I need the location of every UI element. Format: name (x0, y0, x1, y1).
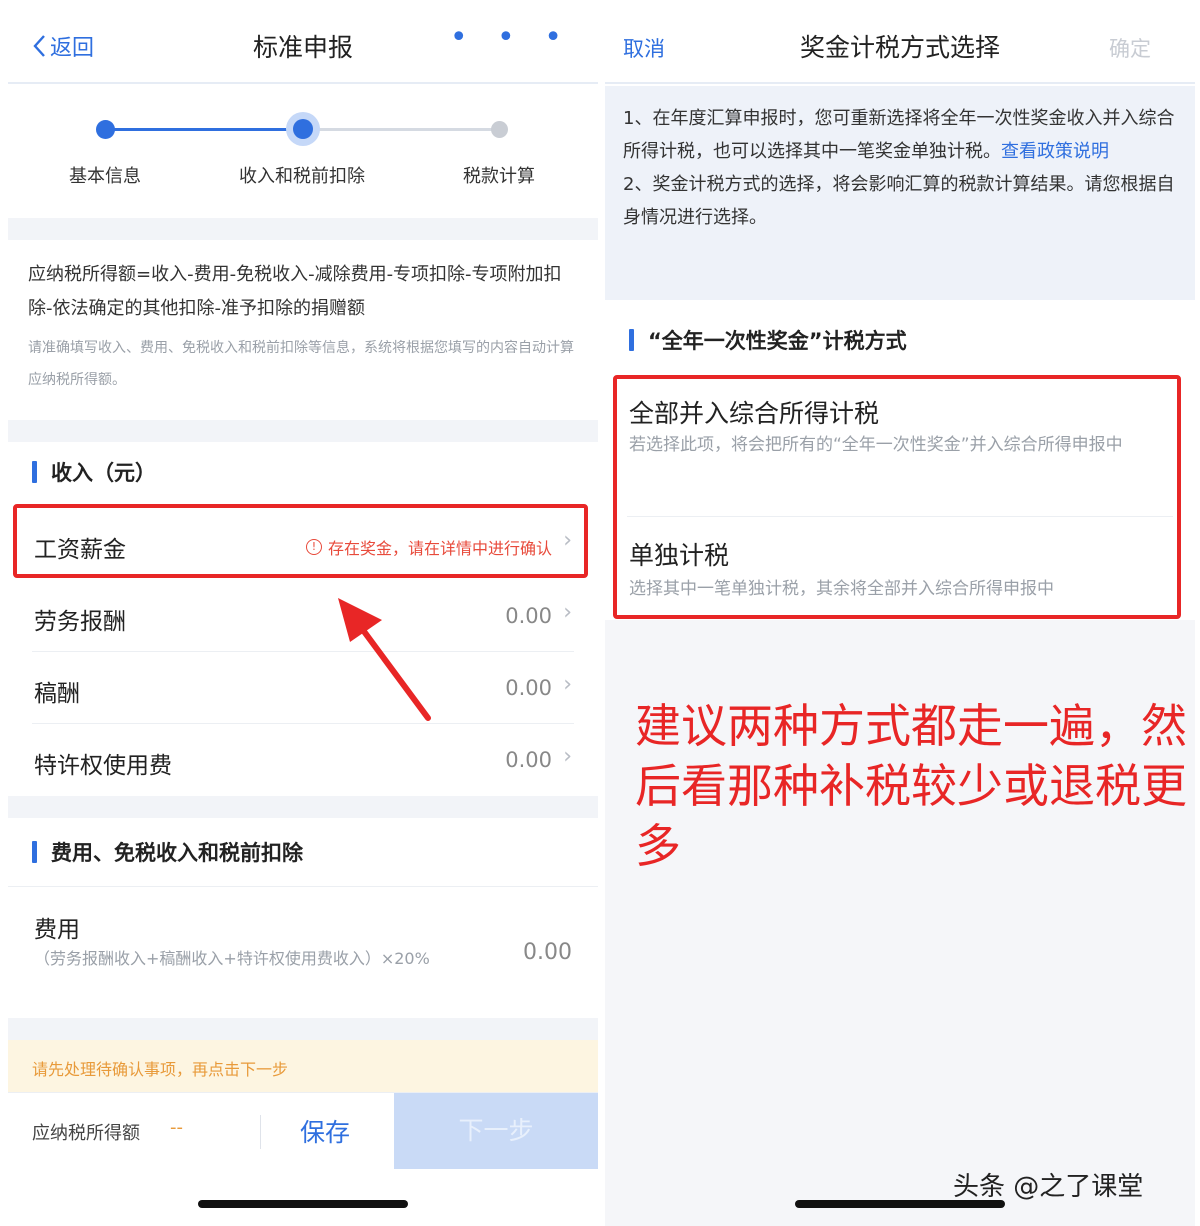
formula-hint: 请准确填写收入、费用、免税收入和税前扣除等信息，系统将根据您填写的内容自动计算应… (28, 340, 574, 388)
divider (260, 1115, 261, 1149)
income-section-title: 收入（元） (51, 461, 156, 485)
income-row-franchise[interactable]: 特许权使用费 0.00 › (8, 724, 598, 796)
fee-value: 0.00 (523, 940, 572, 965)
annotation-highlight-box (613, 375, 1181, 619)
row-value: 0.00 (505, 604, 552, 628)
chevron-right-icon: › (563, 672, 572, 697)
page-title: 奖金计税方式选择 (799, 33, 1000, 62)
tax-method-section-header: “全年一次性奖金”计税方式 (605, 320, 1195, 360)
step-dot-pending (491, 121, 508, 138)
section-accent-bar (629, 329, 634, 351)
fee-formula-note: （劳务报酬收入+稿酬收入+特许权使用费收入）×20% (34, 949, 430, 968)
bottom-action-bar: 应纳税所得额 -- 保存 下一步 (8, 1092, 598, 1169)
fee-label: 费用 (34, 917, 80, 943)
step-label-income: 收入和税前扣除 (239, 166, 365, 187)
step-label-basic-info: 基本信息 (69, 166, 141, 187)
taxable-income-value: -- (170, 1117, 183, 1138)
nav-bar: 取消 奖金计税方式选择 确定 (605, 0, 1195, 84)
formula-text: 应纳税所得额=收入-费用-免税收入-减除费用-专项扣除-专项附加扣除-依法确定的… (28, 264, 562, 319)
section-gap (8, 1018, 598, 1040)
row-label: 劳务报酬 (34, 609, 126, 635)
deduction-section-header: 费用、免税收入和税前扣除 (8, 830, 598, 874)
row-label: 稿酬 (34, 681, 80, 707)
next-step-button[interactable]: 下一步 (394, 1093, 598, 1169)
income-row-royalty[interactable]: 稿酬 0.00 › (8, 652, 598, 724)
deduction-section-title: 费用、免税收入和税前扣除 (51, 841, 303, 865)
taxable-income-label: 应纳税所得额 (32, 1123, 140, 1144)
section-gap (8, 420, 598, 442)
annotation-advice-text: 建议两种方式都走一遍，然后看那种补税较少或退税更多 (635, 699, 1187, 873)
section-accent-bar (32, 461, 37, 483)
formula-block: 应纳税所得额=收入-费用-免税收入-减除费用-专项扣除-专项附加扣除-依法确定的… (8, 240, 598, 420)
progress-stepper: 基本信息 收入和税前扣除 税款计算 (8, 86, 598, 218)
section-gap (8, 218, 598, 240)
policy-link[interactable]: 查看政策说明 (1001, 141, 1109, 162)
row-value: 0.00 (505, 676, 552, 700)
chevron-right-icon: › (563, 600, 572, 625)
income-row-labor[interactable]: 劳务报酬 0.00 › (8, 580, 598, 652)
divider (8, 886, 598, 887)
annotation-arrow (338, 598, 431, 721)
nav-bar: 返回 标准申报 • • • (8, 0, 598, 84)
more-icon[interactable]: • • • (450, 20, 572, 55)
annotation-highlight-box (13, 504, 588, 578)
section-gap (8, 796, 598, 818)
section-accent-bar (32, 841, 37, 863)
income-section-header: 收入（元） (8, 452, 598, 492)
tax-method-section-title: “全年一次性奖金”计税方式 (648, 329, 907, 353)
pending-notice: 请先处理待确认事项，再点击下一步 (8, 1040, 598, 1092)
bonus-tax-method-screen: 取消 奖金计税方式选择 确定 1、在年度汇算申报时，您可重新选择将全年一次性奖金… (605, 0, 1195, 1226)
row-label: 特许权使用费 (34, 753, 172, 779)
home-indicator (198, 1200, 408, 1208)
confirm-button[interactable]: 确定 (1109, 33, 1151, 63)
row-value: 0.00 (505, 748, 552, 772)
info-paragraph-2: 2、奖金计税方式的选择，将会影响汇算的税款计算结果。请您根据自身情况进行选择。 (623, 174, 1175, 228)
stepper-line-done (106, 128, 302, 131)
fee-row[interactable]: 费用 （劳务报酬收入+稿酬收入+特许权使用费收入）×20% 0.00 (8, 888, 598, 1018)
chevron-right-icon: › (563, 744, 572, 769)
step-dot-current (293, 119, 313, 139)
standard-declaration-screen: 返回 标准申报 • • • 基本信息 收入和税前扣除 税款计算 应纳税所得额=收… (8, 0, 598, 1226)
save-button[interactable]: 保存 (300, 1113, 350, 1149)
watermark: 头条 @之了课堂 (953, 1172, 1144, 1202)
stepper-line-pending (302, 128, 500, 131)
info-block: 1、在年度汇算申报时，您可重新选择将全年一次性奖金收入并入综合所得计税，也可以选… (605, 86, 1195, 300)
step-dot-done (96, 120, 115, 139)
step-label-tax-calc: 税款计算 (463, 166, 535, 187)
